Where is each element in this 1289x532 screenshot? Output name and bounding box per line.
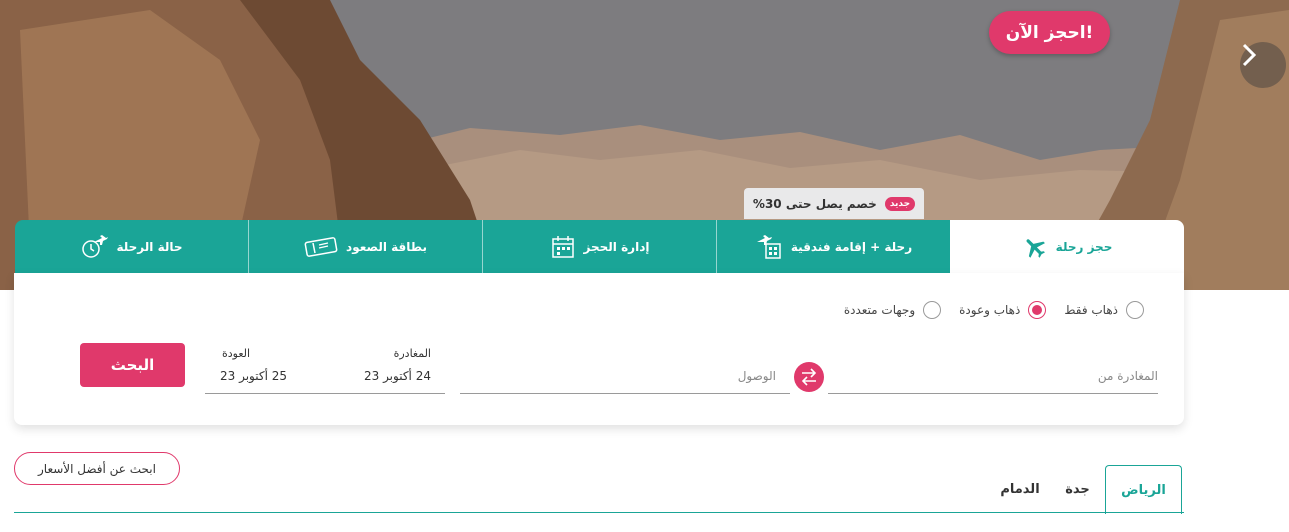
- flight-search-panel: ذهاب فقط ذهاب وعودة وجهات متعددة المغادر…: [14, 273, 1184, 425]
- promo-label: جديد خصم يصل حتى 30%: [744, 188, 924, 219]
- tab-boarding-pass[interactable]: بطاقة الصعود: [248, 220, 482, 273]
- arrival-city-placeholder: الوصول: [737, 369, 776, 383]
- boarding-pass-icon: [304, 236, 338, 257]
- city-tab-riyadh[interactable]: الرياض: [1105, 465, 1182, 514]
- trip-type-group: ذهاب فقط ذهاب وعودة وجهات متعددة: [844, 301, 1144, 319]
- search-button[interactable]: البحث: [80, 343, 185, 387]
- tab-label: رحلة + إقامة فندقية: [790, 239, 913, 254]
- booking-tabs: حجز رحلة رحلة + إقامة فندقية إدارة الحجز…: [14, 220, 1184, 273]
- radio-label: ذهاب وعودة: [959, 303, 1021, 317]
- radio-button[interactable]: [1126, 301, 1144, 319]
- swap-cities-button[interactable]: [794, 362, 824, 392]
- plane-hotel-icon: [756, 234, 781, 259]
- best-price-button[interactable]: ابحث عن أفضل الأسعار: [14, 452, 180, 485]
- dates-input[interactable]: المغادرة 24 أكتوبر 23 العودة 25 أكتوبر 2…: [205, 345, 445, 394]
- departure-city-placeholder: المغادرة من: [1097, 369, 1158, 383]
- city-tabs: الرياض جدة الدمام: [990, 465, 1182, 514]
- tab-book-flight[interactable]: حجز رحلة: [950, 220, 1184, 273]
- tab-label: حالة الرحلة: [116, 239, 183, 254]
- trip-type-one-way[interactable]: ذهاب فقط: [1064, 301, 1144, 319]
- calendar-icon: [551, 235, 574, 258]
- trip-type-multi-city[interactable]: وجهات متعددة: [843, 301, 942, 319]
- book-now-button[interactable]: احجز الآن!: [989, 11, 1110, 54]
- return-date-value: 25 أكتوبر 23: [220, 369, 288, 383]
- flight-status-icon: [82, 234, 109, 258]
- radio-label: وجهات متعددة: [843, 303, 916, 317]
- chevron-right-icon: [1242, 43, 1257, 67]
- tab-flight-hotel[interactable]: رحلة + إقامة فندقية: [716, 220, 950, 273]
- new-badge: جديد: [884, 196, 916, 211]
- plane-icon: [1026, 238, 1045, 258]
- tab-label: حجز رحلة: [1055, 239, 1113, 254]
- tab-label: إدارة الحجز: [583, 239, 650, 254]
- arrival-city-input[interactable]: الوصول: [460, 359, 790, 394]
- radio-button[interactable]: [923, 301, 942, 319]
- city-tab-jeddah[interactable]: جدة: [1050, 465, 1105, 513]
- swap-arrows-icon: [801, 368, 817, 386]
- tab-label: بطاقة الصعود: [346, 239, 427, 254]
- radio-button-selected[interactable]: [1028, 301, 1047, 319]
- carousel-next-button[interactable]: [1240, 42, 1286, 88]
- departure-date-value: 24 أكتوبر 23: [363, 369, 431, 383]
- departure-city-input[interactable]: المغادرة من: [828, 359, 1158, 394]
- trip-type-round-trip[interactable]: ذهاب وعودة: [959, 301, 1047, 319]
- departure-date-label: المغادرة: [393, 347, 431, 360]
- city-tabs-divider: [14, 512, 1184, 513]
- tab-flight-status[interactable]: حالة الرحلة: [15, 220, 248, 273]
- promo-text: خصم يصل حتى 30%: [752, 196, 877, 211]
- return-date-label: العودة: [222, 347, 251, 360]
- tab-manage-booking[interactable]: إدارة الحجز: [482, 220, 716, 273]
- city-tab-dammam[interactable]: الدمام: [990, 465, 1050, 513]
- radio-label: ذهاب فقط: [1064, 303, 1118, 317]
